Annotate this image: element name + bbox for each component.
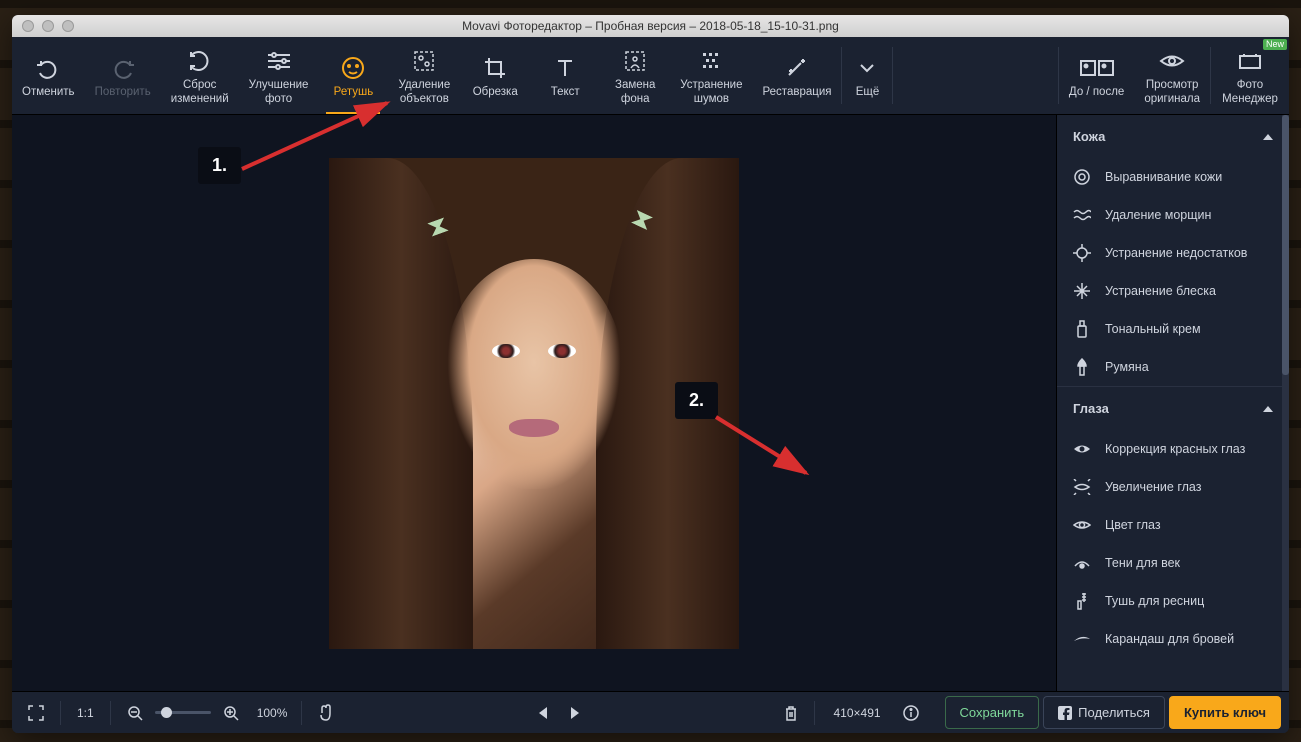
zoom-in-icon [223,705,239,721]
manager-icon [1238,47,1262,75]
zoom-slider[interactable] [155,711,211,714]
noise-icon [700,47,722,75]
next-icon [569,706,581,720]
eye-color[interactable]: Цвет глаз [1057,506,1289,544]
zoom-in-button[interactable] [215,699,247,727]
bottom-bar: 1:1 100% 410×491 Сохранить Поделиться Ку… [12,691,1289,733]
face-icon [340,54,366,82]
new-badge: New [1263,39,1287,50]
hand-tool-button[interactable] [310,698,342,728]
mascara[interactable]: Тушь для ресниц [1057,582,1289,620]
waves-icon [1073,206,1091,224]
reset-icon [187,47,213,75]
eyeshadow-icon [1073,554,1091,572]
zoom-out-button[interactable] [119,699,151,727]
remove-objects-button[interactable]: Удаление объектов [388,37,460,114]
blemish-removal[interactable]: Устранение недостатков [1057,234,1289,272]
facebook-icon [1058,706,1072,720]
expand-icon [28,705,44,721]
info-icon [903,705,919,721]
hand-icon [318,704,334,722]
window-title: Movavi Фоторедактор – Пробная версия – 2… [12,19,1289,33]
object-remove-icon [413,47,435,75]
eye-enlarge[interactable]: Увеличение глаз [1057,468,1289,506]
view-original-button[interactable]: Просмотр оригинала [1134,37,1210,114]
eye-expand-icon [1073,478,1091,496]
retouch-button[interactable]: Ретушь [318,37,388,114]
red-eye-correction[interactable]: Коррекция красных глаз [1057,430,1289,468]
sparkle-icon [1073,282,1091,300]
eye-outline-icon [1073,516,1091,534]
canvas-area[interactable]: 1. 2. [12,115,1056,691]
denoise-button[interactable]: Устранение шумов [670,37,752,114]
prev-icon [537,706,549,720]
chevron-down-icon [859,54,875,82]
eyebrow-pencil[interactable]: Карандаш для бровей [1057,620,1289,658]
more-button[interactable]: Ещё [842,37,892,114]
shine-removal[interactable]: Устранение блеска [1057,272,1289,310]
trash-icon [784,705,798,721]
section-eyes[interactable]: Глаза [1057,386,1289,430]
crop-icon [484,54,506,82]
crop-button[interactable]: Обрезка [460,37,530,114]
blush[interactable]: Румяна [1057,348,1289,386]
redo-icon [110,54,136,82]
zoom-value: 100% [251,706,294,720]
restore-button[interactable]: Реставрация [753,37,842,114]
brush-icon [1073,358,1091,376]
wand-icon [785,54,809,82]
target-icon [1073,244,1091,262]
next-button[interactable] [561,700,589,726]
before-after-button[interactable]: До / после [1059,37,1134,114]
smooth-icon [1073,168,1091,186]
enhance-button[interactable]: Улучшение фото [239,37,319,114]
photo-manager-button[interactable]: New Фото Менеджер [1211,37,1289,114]
brow-icon [1073,630,1091,648]
image-dimensions: 410×491 [823,706,890,720]
buy-key-button[interactable]: Купить ключ [1169,696,1281,729]
info-button[interactable] [895,699,927,727]
bottle-icon [1073,320,1091,338]
callout-2: 2. [675,382,718,419]
collapse-icon [1263,134,1273,140]
retouch-sidebar: Кожа Выравнивание кожи Удаление морщин У… [1056,115,1289,691]
sliders-icon [266,47,292,75]
collapse-icon [1263,406,1273,412]
save-button[interactable]: Сохранить [945,696,1040,729]
prev-button[interactable] [529,700,557,726]
min-dot[interactable] [42,20,54,32]
text-button[interactable]: Текст [530,37,600,114]
delete-button[interactable] [776,699,806,727]
eyeshadow[interactable]: Тени для век [1057,544,1289,582]
undo-button[interactable]: Отменить [12,37,85,114]
skin-smoothing[interactable]: Выравнивание кожи [1057,158,1289,196]
change-bg-button[interactable]: Замена фона [600,37,670,114]
main-toolbar: Отменить Повторить Сброс изменений Улучш… [12,37,1289,115]
wrinkle-removal[interactable]: Удаление морщин [1057,196,1289,234]
redo-button[interactable]: Повторить [85,37,161,114]
zoom-out-icon [127,705,143,721]
foundation[interactable]: Тональный крем [1057,310,1289,348]
compare-icon [1079,54,1115,82]
eye-icon [1159,47,1185,75]
max-dot[interactable] [62,20,74,32]
close-dot[interactable] [22,20,34,32]
mascara-icon [1073,592,1091,610]
reset-button[interactable]: Сброс изменений [161,37,239,114]
titlebar: Movavi Фоторедактор – Пробная версия – 2… [12,15,1289,37]
text-icon [554,54,576,82]
eye-solid-icon [1073,440,1091,458]
window-controls[interactable] [12,20,74,32]
share-button[interactable]: Поделиться [1043,696,1165,729]
section-skin[interactable]: Кожа [1057,115,1289,158]
bg-icon [624,47,646,75]
fit-1-1-button[interactable]: 1:1 [69,700,102,726]
undo-icon [35,54,61,82]
callout-1: 1. [198,147,241,184]
sidebar-scrollbar[interactable] [1282,115,1289,691]
fullscreen-button[interactable] [20,699,52,727]
